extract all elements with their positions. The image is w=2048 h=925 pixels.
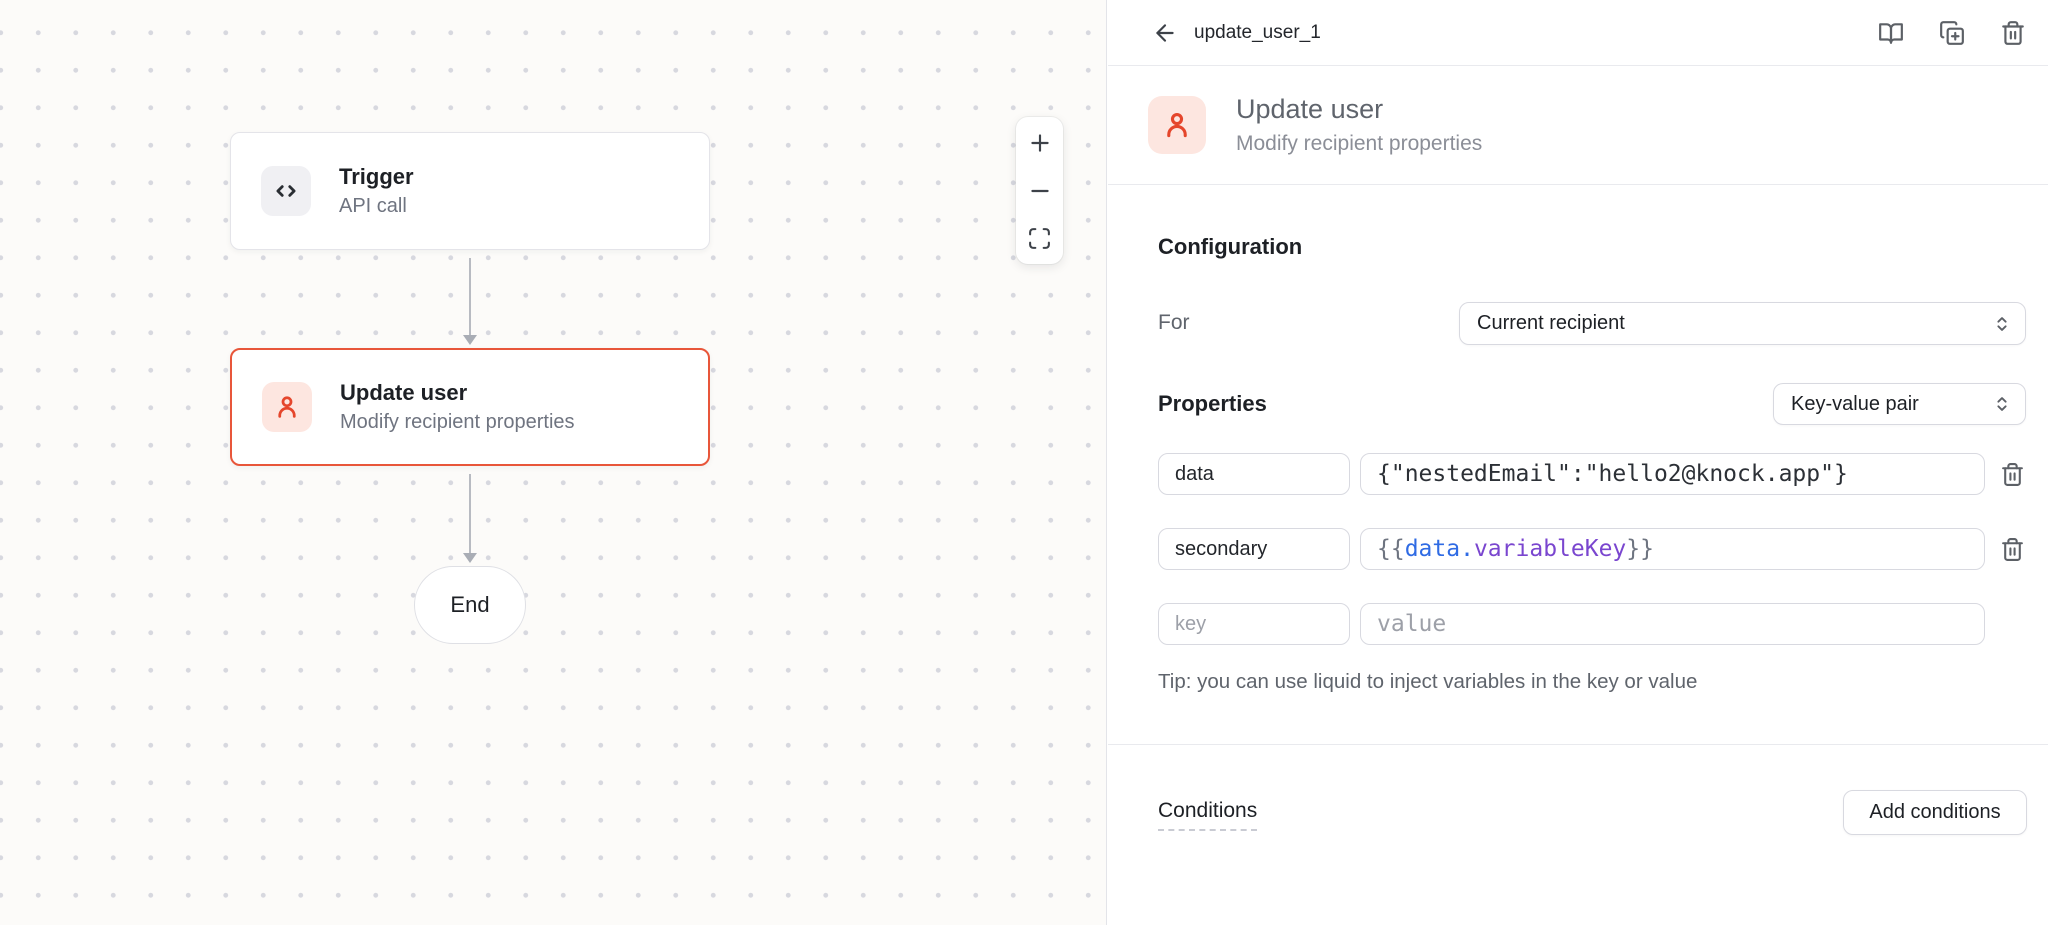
remove-property-button[interactable] [1998,453,2026,495]
end-node[interactable]: End [414,566,526,644]
edge-update-to-end [469,474,471,554]
add-conditions-button[interactable]: Add conditions [1843,790,2027,835]
fit-view-icon [1027,226,1052,251]
code-icon [261,166,311,216]
property-value-input[interactable] [1360,453,1985,495]
zoom-in-button[interactable] [1025,128,1055,158]
edge-trigger-to-update [469,258,471,336]
step-key-title: update_user_1 [1194,22,1321,44]
liquid-tip-text: Tip: you can use liquid to inject variab… [1158,670,1697,694]
properties-mode-select[interactable]: Key-value pair [1773,383,2026,425]
update-user-node-text: Update user Modify recipient properties [340,378,575,437]
trigger-node-text: Trigger API call [339,162,414,221]
delete-step-button[interactable] [1996,16,2030,50]
conditions-heading: Conditions [1158,799,1257,831]
trigger-node[interactable]: Trigger API call [230,132,710,250]
duplicate-step-button[interactable] [1935,16,1969,50]
property-key-input[interactable] [1158,603,1350,645]
configuration-heading: Configuration [1158,234,1302,260]
end-node-label: End [450,592,489,618]
trigger-node-subtitle: API call [339,192,414,221]
update-user-step-icon [1148,96,1206,154]
property-value-input[interactable] [1360,603,1985,645]
properties-mode-value: Key-value pair [1791,393,1919,416]
trash-icon [2000,20,2026,46]
remove-property-button[interactable] [1998,528,2026,570]
arrow-left-icon [1152,20,1178,46]
step-subtitle: Modify recipient properties [1236,129,1482,159]
properties-heading: Properties [1158,391,1267,417]
fit-view-button[interactable] [1025,223,1055,253]
property-value-input[interactable]: {{data.variableKey}} [1360,528,1985,570]
step-settings-panel: update_user_1 Update user Modify recipie… [1108,0,2048,925]
duplicate-plus-icon [1939,20,1965,46]
panel-header: update_user_1 [1108,0,2048,66]
docs-button[interactable] [1874,16,1908,50]
chevron-up-down-icon [1991,313,2013,335]
step-head: Update user Modify recipient properties [1108,66,2048,185]
update-user-node[interactable]: Update user Modify recipient properties [230,348,710,466]
workflow-canvas[interactable]: Trigger API call Update user Modify reci… [0,0,1107,925]
person-icon [262,382,312,432]
step-titles: Update user Modify recipient properties [1236,91,1482,159]
plus-icon [1027,130,1053,156]
for-select-value: Current recipient [1477,312,1625,335]
trash-icon [2000,462,2025,487]
property-key-input[interactable] [1158,528,1350,570]
section-divider [1108,744,2048,745]
zoom-controls [1016,117,1063,264]
property-key-input[interactable] [1158,453,1350,495]
step-title: Update user [1236,91,1482,127]
book-open-icon [1878,20,1904,46]
chevron-up-down-icon [1991,393,2013,415]
for-select[interactable]: Current recipient [1459,302,2026,345]
trigger-node-title: Trigger [339,162,414,192]
person-icon [1160,108,1194,142]
zoom-out-button[interactable] [1025,176,1055,206]
update-user-node-title: Update user [340,378,575,408]
minus-icon [1027,178,1053,204]
back-button[interactable] [1148,16,1182,50]
update-user-node-subtitle: Modify recipient properties [340,408,575,437]
trash-icon [2000,537,2025,562]
for-label: For [1158,311,1190,335]
